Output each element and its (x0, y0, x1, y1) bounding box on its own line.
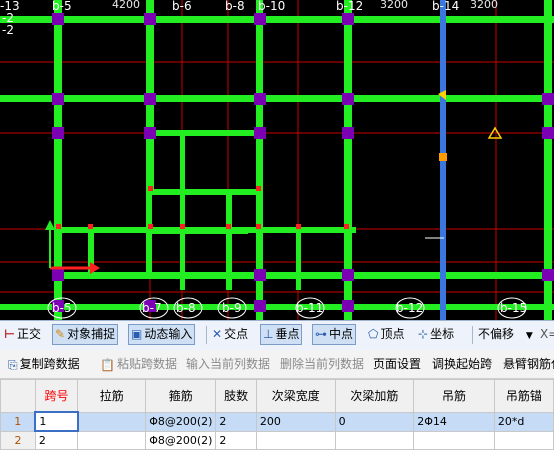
svg-text:b-12: b-12 (396, 301, 423, 315)
svg-text:-2: -2 (2, 23, 14, 37)
column-header[interactable]: 跨号 (34, 379, 79, 413)
svg-text:b-7: b-7 (142, 301, 162, 315)
orthogonal-icon: ⊢ (4, 327, 15, 341)
separator (472, 326, 473, 344)
paste-icon: 📋 (100, 357, 115, 372)
table-cell[interactable] (77, 411, 147, 432)
svg-text:b-11: b-11 (296, 301, 323, 315)
intersection-icon: ✕ (212, 327, 223, 341)
svg-text:b-9: b-9 (222, 301, 242, 315)
midpoint-snap[interactable]: ⊶ 中点 (312, 324, 357, 345)
intersection-snap[interactable]: ✕ 交点 (212, 324, 248, 345)
swap-start-span-button[interactable]: 调换起始跨 (432, 354, 492, 374)
table-cell[interactable]: 2 (215, 411, 257, 432)
table-cell[interactable]: 20*d (493, 411, 554, 432)
copy-icon: ⎘ (8, 357, 18, 372)
svg-text:b-15: b-15 (500, 301, 527, 315)
dynamic-input-icon: ▣ (131, 327, 143, 341)
svg-text:3200: 3200 (470, 0, 498, 11)
column-header[interactable]: 吊筋 (413, 379, 495, 413)
snap-toolbar: ⊢ 正交 ✎ 对象捕捉 ▣ 动态输入 ✕ 交点 ⊥ 垂点 ⊶ 中点 ⬠ 顶点 ⊹ 坐标 不偏移 … (0, 320, 554, 351)
table-cell[interactable]: 2 (215, 430, 257, 450)
table-cell[interactable]: 2Φ14 (413, 411, 495, 432)
svg-text:b-6: b-6 (172, 0, 192, 13)
beams-horizontal[interactable] (0, 16, 554, 310)
svg-text:b-8: b-8 (225, 0, 245, 13)
span-action-bar: ⎘ 复制跨数据 📋 粘贴跨数据 输入当前列数据 删除当前列数据 页面设置 调换起始跨… (0, 350, 554, 379)
vertex-snap[interactable]: ⬠ 顶点 (368, 324, 404, 345)
table-cell[interactable] (255, 430, 336, 450)
delete-column-data-button[interactable]: 删除当前列数据 (280, 354, 364, 374)
offset-select[interactable]: 不偏移 ▼ (478, 324, 533, 345)
svg-text:b-14: b-14 (432, 0, 459, 13)
column-header[interactable]: 肢数 (215, 379, 257, 413)
columns[interactable] (52, 13, 554, 312)
table-cell[interactable] (77, 430, 147, 450)
svg-text:3200: 3200 (380, 0, 408, 11)
vertex-icon: ⬠ (368, 327, 379, 341)
svg-text:b-5: b-5 (52, 0, 72, 13)
ortho-toggle[interactable]: ⊢ 正交 (4, 324, 41, 345)
row-header-corner (0, 379, 36, 413)
column-header[interactable]: 拉筋 (77, 379, 147, 413)
table-cell[interactable] (413, 430, 495, 450)
axis-labels-left: -2 -2 (2, 11, 14, 37)
midpoint-icon: ⊶ (315, 327, 327, 341)
drawing-canvas[interactable]: -13 b-5 b-6 b-8 b-10 b-12 b-14 -2 -2 b-5… (0, 0, 554, 320)
perpendicular-icon: ⊥ (263, 327, 274, 341)
x-coordinate-label: X= (540, 327, 554, 341)
table-cell[interactable]: 200 (255, 411, 336, 432)
column-header[interactable]: 箍筋 (145, 379, 217, 413)
coordinate-snap[interactable]: ⊹ 坐标 (418, 324, 454, 345)
dynamic-input-toggle[interactable]: ▣ 动态输入 (128, 324, 196, 345)
table-row[interactable]: 1 1 Φ8@200(2) 2 200 0 2Φ14 20*d (0, 411, 554, 432)
svg-text:b-5: b-5 (52, 301, 72, 315)
copy-span-data-button[interactable]: ⎘ 复制跨数据 (8, 354, 80, 374)
svg-text:b-10: b-10 (258, 0, 285, 13)
table-cell[interactable] (334, 430, 415, 450)
span-table: 跨号 拉筋 箍筋 肢数 次梁宽度 次梁加筋 吊筋 吊筋锚 1 1 Φ8@200(… (0, 379, 554, 450)
table-row[interactable]: 2 2 Φ8@200(2) 2 (0, 430, 554, 450)
object-snap-toggle[interactable]: ✎ 对象捕捉 (52, 324, 119, 345)
separator (206, 326, 207, 344)
row-number[interactable]: 2 (0, 430, 36, 450)
coordinate-icon: ⊹ (418, 327, 429, 341)
row-number[interactable]: 1 (0, 411, 36, 432)
object-snap-icon: ✎ (55, 327, 66, 341)
perpendicular-snap[interactable]: ⊥ 垂点 (260, 324, 303, 345)
table-cell[interactable]: Φ8@200(2) (145, 430, 217, 450)
svg-text:b-8: b-8 (176, 301, 196, 315)
table-cell[interactable]: Φ8@200(2) (145, 411, 217, 432)
input-column-data-button[interactable]: 输入当前列数据 (186, 354, 270, 374)
table-cell[interactable]: 1 (34, 411, 79, 432)
table-cell[interactable] (493, 430, 554, 450)
table-cell[interactable]: 0 (334, 411, 415, 432)
table-header: 跨号 拉筋 箍筋 肢数 次梁宽度 次梁加筋 吊筋 吊筋锚 (0, 379, 554, 413)
span-data-grid: 跨号 拉筋 箍筋 肢数 次梁宽度 次梁加筋 吊筋 吊筋锚 1 1 Φ8@200(… (0, 379, 554, 462)
page-setup-button[interactable]: 页面设置 (373, 354, 421, 374)
svg-text:4200: 4200 (112, 0, 140, 11)
column-header[interactable]: 次梁加筋 (334, 379, 415, 413)
column-header[interactable]: 次梁宽度 (255, 379, 336, 413)
paste-span-data-button[interactable]: 📋 粘贴跨数据 (100, 354, 177, 374)
cantilever-rebar-button[interactable]: 悬臂钢筋代 (503, 354, 554, 374)
chevron-down-icon: ▼ (525, 331, 533, 341)
table-cell[interactable]: 2 (34, 430, 79, 450)
column-header[interactable]: 吊筋锚 (493, 379, 554, 413)
svg-text:b-12: b-12 (336, 0, 363, 13)
